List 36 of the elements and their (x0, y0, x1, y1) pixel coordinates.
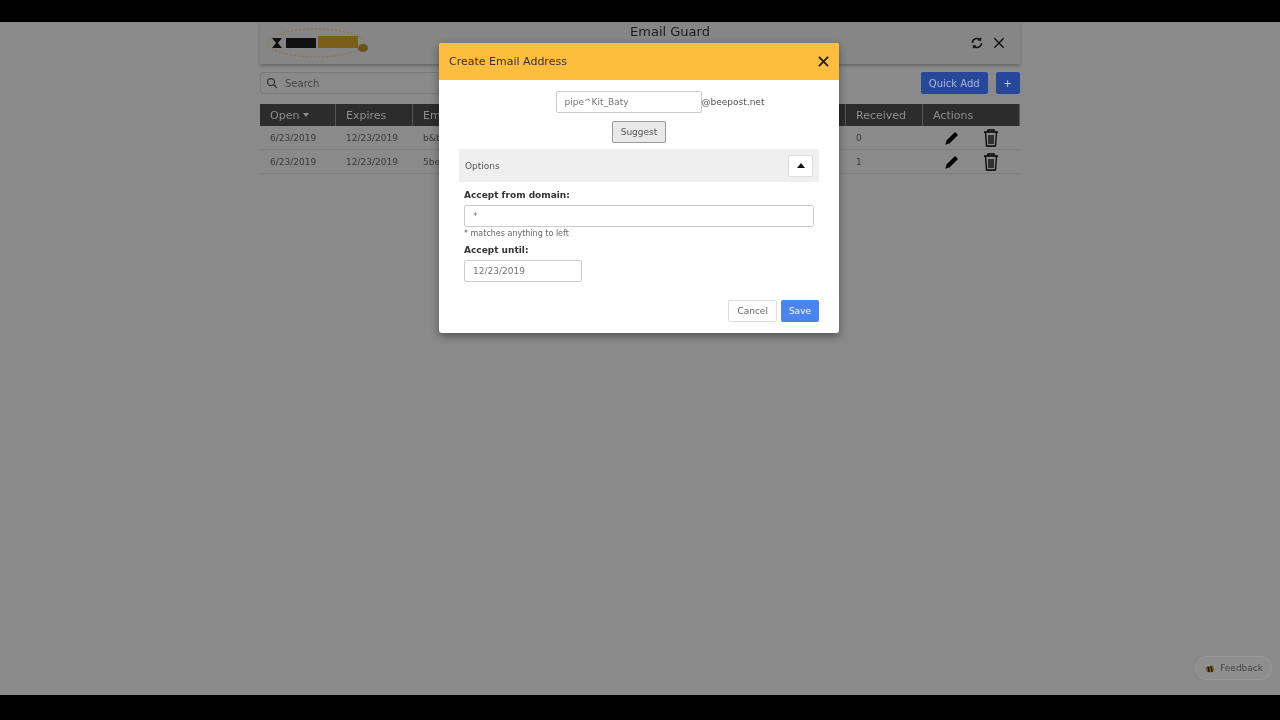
options-label: Options (465, 160, 500, 171)
domain-label: @beepost.net (701, 97, 765, 107)
table-cell: 6/23/2019 (260, 150, 336, 174)
bee-icon (1204, 662, 1217, 674)
quick-add-button[interactable]: Quick Add (920, 72, 988, 94)
domain-field[interactable]: * (464, 205, 814, 227)
suggest-button[interactable]: Suggest (611, 121, 667, 143)
column-header[interactable]: Actions (923, 104, 1020, 126)
field-label: Accept from domain: (464, 190, 571, 200)
column-header[interactable]: Received (846, 104, 923, 126)
feedback-button[interactable]: Feedback (1195, 656, 1272, 680)
close-button[interactable] (818, 56, 829, 67)
table-cell: 0 (846, 126, 923, 150)
column-header[interactable]: Expires (336, 104, 413, 126)
search-field[interactable]: Search (260, 72, 440, 94)
trash-icon[interactable] (983, 128, 999, 147)
table-cell: 6/23/2019 (260, 126, 336, 150)
add-button[interactable]: + (995, 72, 1020, 94)
date-field[interactable]: 12/23/2019 (464, 260, 582, 282)
table-cell: 12/23/2019 (336, 150, 413, 174)
table-cell: 1 (846, 150, 923, 174)
column-header[interactable]: Open (260, 104, 336, 126)
collapse-button[interactable] (788, 154, 813, 177)
address-field[interactable]: pipe^Kit_Baty (555, 91, 702, 113)
save-button[interactable]: Save (780, 300, 819, 322)
trash-icon[interactable] (983, 152, 999, 171)
app-title: Email Guard (630, 24, 710, 39)
hint-text: * matches anything to left (464, 229, 570, 238)
dialog-title: Create Email Address (449, 55, 567, 68)
refresh-icon[interactable] (970, 36, 984, 50)
search-icon (266, 77, 278, 89)
caret-icon (796, 163, 805, 168)
cancel-button[interactable]: Cancel (728, 300, 777, 322)
close-icon[interactable] (992, 36, 1006, 50)
table-cell: 12/23/2019 (336, 126, 413, 150)
field-label: Accept until: (464, 245, 530, 255)
